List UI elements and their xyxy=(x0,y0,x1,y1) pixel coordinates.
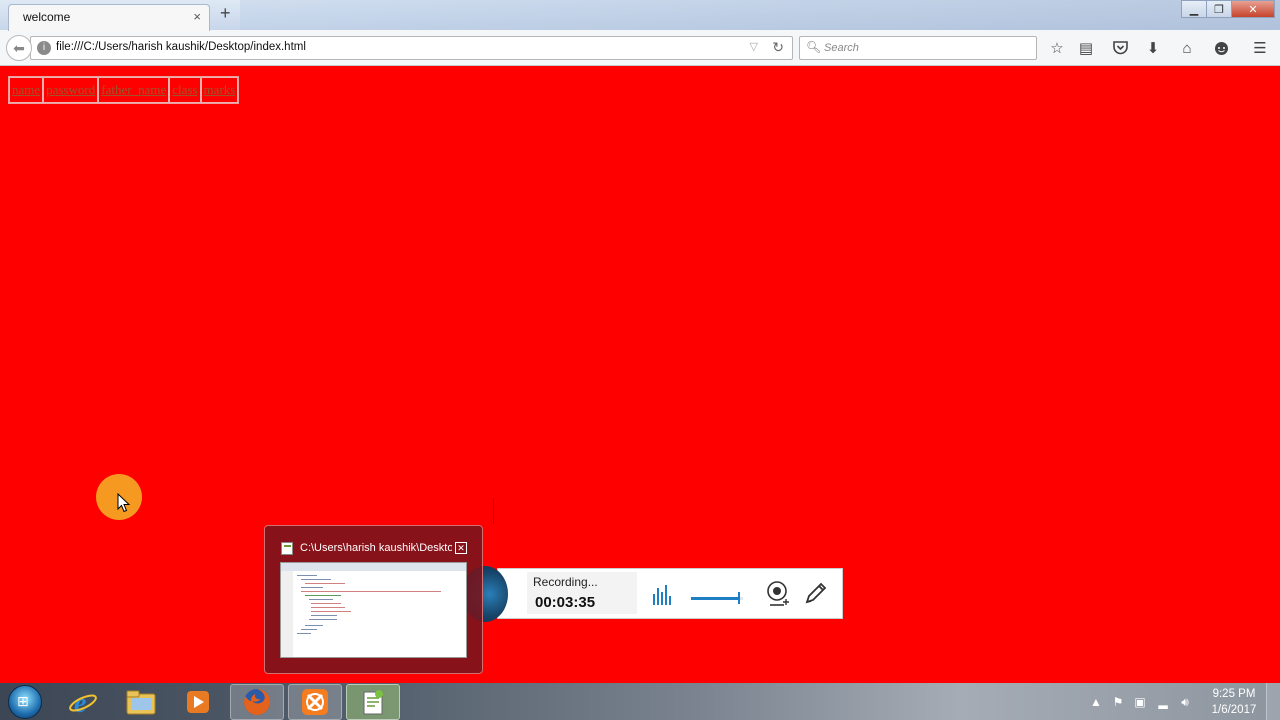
thumbnail-code-line xyxy=(311,611,351,612)
volume-slider-thumb[interactable] xyxy=(738,592,740,604)
media-player-icon xyxy=(187,691,209,713)
xampp-icon xyxy=(302,689,328,715)
header-name: name xyxy=(9,77,44,103)
thumbnail-code-line xyxy=(301,629,317,630)
tab-title: welcome xyxy=(23,10,71,24)
preview-thumbnail[interactable] xyxy=(280,562,467,658)
tray-network-icon[interactable]: ▂ xyxy=(1155,694,1171,710)
home-icon[interactable]: ⌂ xyxy=(1176,37,1198,59)
show-desktop-button[interactable] xyxy=(1266,683,1280,720)
window-controls: ▁ ❐ ✕ xyxy=(1181,0,1275,18)
reading-list-icon[interactable]: ▤ xyxy=(1075,37,1097,59)
thumbnail-code-line xyxy=(297,575,317,576)
taskbar-clock-date[interactable]: 1/6/2017 xyxy=(1208,704,1260,716)
navigation-toolbar: i file:///C:/Users/harish kaushik/Deskto… xyxy=(0,30,1280,66)
volume-slider[interactable] xyxy=(691,592,743,604)
taskbar-file-explorer[interactable] xyxy=(114,684,168,720)
reload-icon[interactable]: ↻ xyxy=(772,39,784,56)
folder-icon xyxy=(126,690,156,715)
thumbnail-gutter xyxy=(281,571,293,657)
tab-welcome[interactable]: welcome × xyxy=(8,4,210,31)
thumbnail-code-line xyxy=(301,587,323,588)
tray-overflow-icon[interactable]: ▲ xyxy=(1088,694,1104,710)
volume-slider-fill xyxy=(691,597,738,600)
bookmark-star-icon[interactable]: ☆ xyxy=(1046,37,1068,59)
recording-status: Recording... xyxy=(533,575,598,589)
back-arrow-icon: ⬅ xyxy=(13,39,25,56)
thumbnail-code-line xyxy=(297,633,311,634)
thumbnail-code-line xyxy=(311,607,345,608)
thumbnail-code-line xyxy=(311,603,341,604)
notepad-plus-plus-icon xyxy=(363,690,383,715)
pocket-icon[interactable] xyxy=(1109,37,1131,59)
url-dropdown-icon[interactable]: ▽ xyxy=(750,40,758,53)
search-placeholder: Search xyxy=(824,42,859,54)
preview-title: C:\Users\harish kaushik\Desktop xyxy=(300,542,452,554)
tab-close-icon[interactable]: × xyxy=(193,9,201,24)
divider-line xyxy=(493,498,494,524)
taskbar-internet-explorer[interactable]: e xyxy=(56,684,110,720)
back-button[interactable]: ⬅ xyxy=(6,35,32,61)
close-window-button[interactable]: ✕ xyxy=(1231,0,1275,18)
internet-explorer-icon: e xyxy=(69,688,97,717)
svg-text:e: e xyxy=(74,688,86,717)
thumbnail-code-line xyxy=(309,619,337,620)
chat-icon[interactable] xyxy=(1210,37,1232,59)
maximize-button[interactable]: ❐ xyxy=(1206,0,1232,18)
thumbnail-code-line xyxy=(301,579,331,580)
taskbar-window-preview[interactable]: C:\Users\harish kaushik\Desktop ✕ xyxy=(264,525,483,674)
thumbnail-code-line xyxy=(305,625,323,626)
thumbnail-code-line xyxy=(309,599,333,600)
tray-device-icon[interactable]: ▣ xyxy=(1132,694,1148,710)
new-tab-button[interactable]: + xyxy=(220,3,231,24)
student-table: name password father_name class marks xyxy=(8,76,240,104)
taskbar-xampp[interactable] xyxy=(288,684,342,720)
search-input[interactable]: 🔍︎ Search xyxy=(799,36,1037,60)
table-header-row: name password father_name class marks xyxy=(9,77,239,103)
url-text[interactable]: file:///C:/Users/harish kaushik/Desktop/… xyxy=(56,41,306,53)
thumbnail-code-line xyxy=(305,595,341,596)
downloads-icon[interactable]: ⬇ xyxy=(1142,37,1164,59)
minimize-button[interactable]: ▁ xyxy=(1181,0,1207,18)
hamburger-menu-icon[interactable]: ☰ xyxy=(1249,37,1271,59)
thumbnail-code-line xyxy=(301,591,441,592)
taskbar-firefox[interactable] xyxy=(230,684,284,720)
url-bar[interactable]: i file:///C:/Users/harish kaushik/Deskto… xyxy=(30,36,793,60)
preview-close-icon[interactable]: ✕ xyxy=(455,542,467,554)
audio-levels-icon[interactable] xyxy=(651,584,673,606)
recording-timer: 00:03:35 xyxy=(535,594,596,611)
thumbnail-code-line xyxy=(311,615,337,616)
header-class: class xyxy=(169,77,201,103)
firefox-icon xyxy=(244,688,271,715)
taskbar-notepad-plus-plus[interactable] xyxy=(346,684,400,720)
windows-logo-icon: ⊞ xyxy=(17,693,29,709)
pen-annotate-icon[interactable] xyxy=(803,580,829,606)
thumbnail-code-line xyxy=(305,583,345,584)
search-icon: 🔍︎ xyxy=(806,40,822,54)
tray-action-center-icon[interactable]: ⚑ xyxy=(1110,694,1126,710)
header-father-name: father_name xyxy=(98,77,170,103)
header-password: password xyxy=(43,77,99,103)
thumbnail-toolbar xyxy=(281,563,466,571)
tray-volume-icon[interactable]: 🔊︎ xyxy=(1177,694,1193,710)
site-info-icon[interactable]: i xyxy=(37,41,51,55)
mouse-cursor-icon xyxy=(117,493,131,513)
webcam-icon[interactable] xyxy=(766,581,790,607)
header-marks: marks xyxy=(200,77,239,103)
notepad-plus-icon xyxy=(281,542,293,555)
taskbar-clock-time[interactable]: 9:25 PM xyxy=(1212,688,1256,700)
taskbar-media-player[interactable] xyxy=(171,684,225,720)
